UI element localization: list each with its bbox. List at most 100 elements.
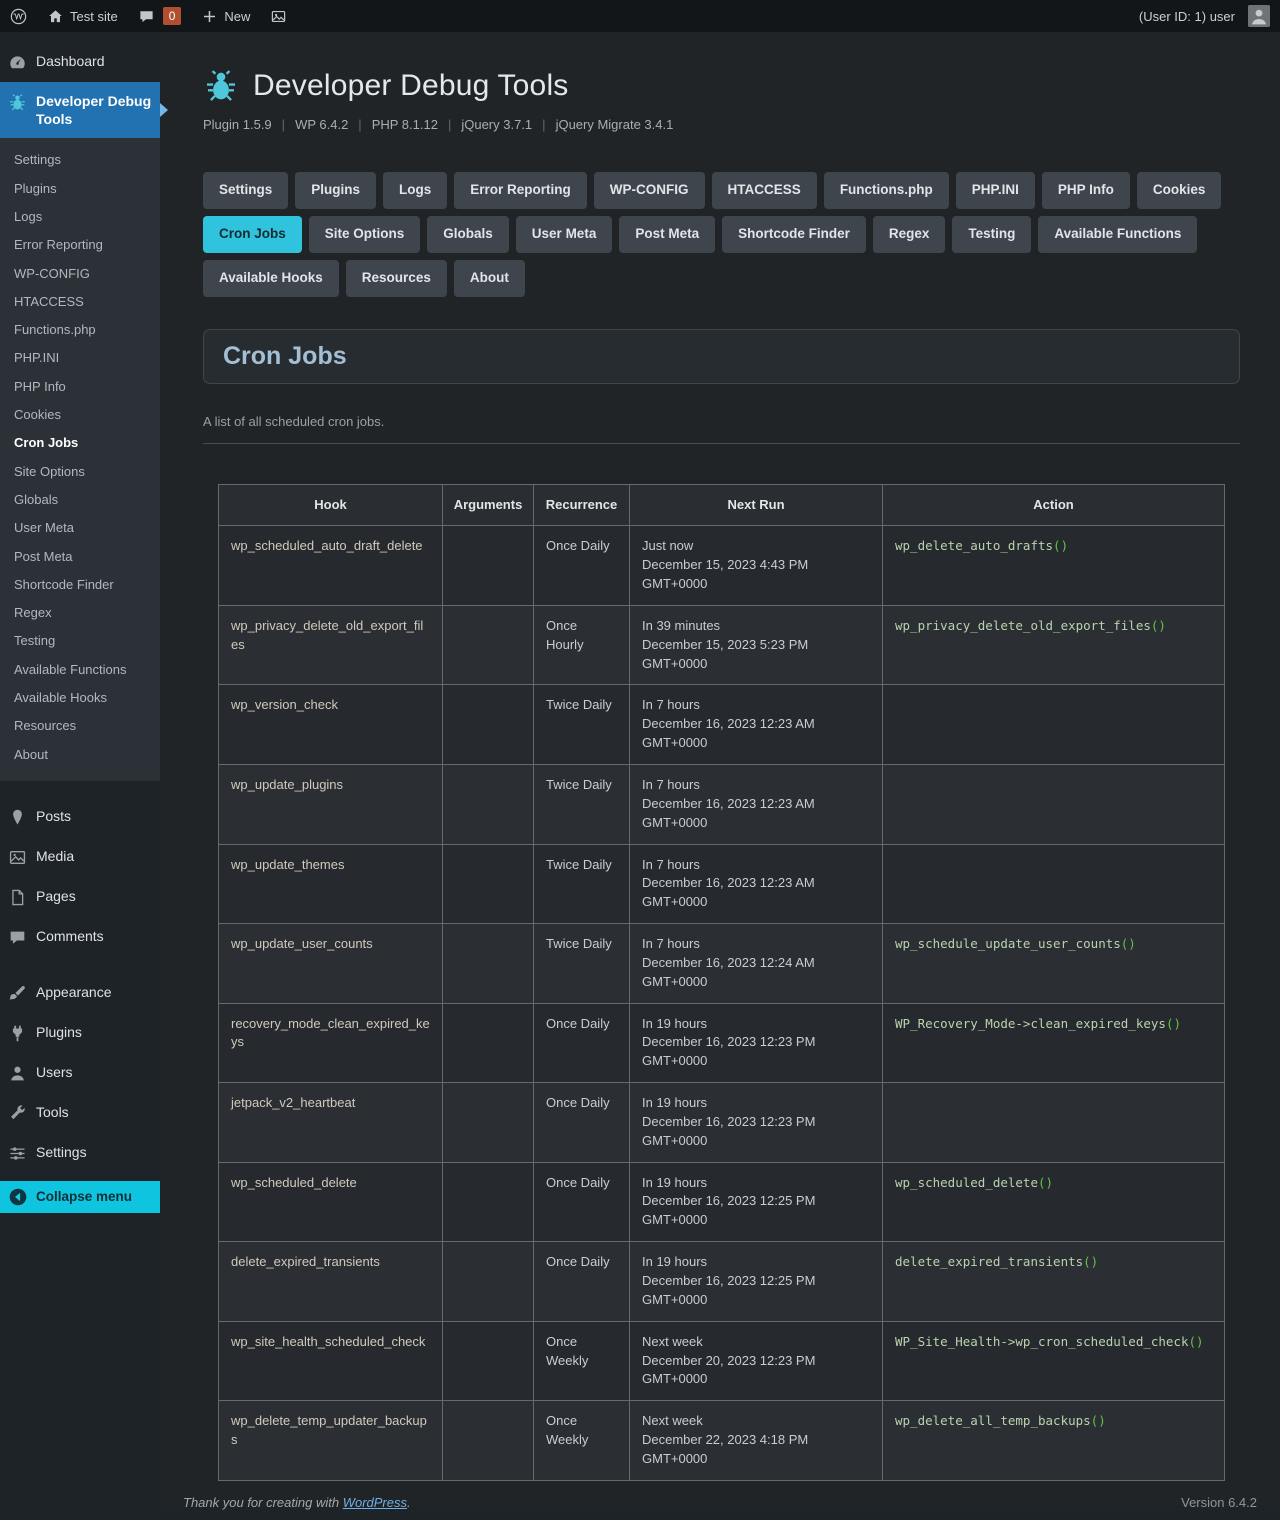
tab-globals[interactable]: Globals [427,216,509,253]
debug-tools-tabs: SettingsPluginsLogsError ReportingWP-CON… [203,172,1240,297]
tab-site-options[interactable]: Site Options [309,216,421,253]
tab-php-info[interactable]: PHP Info [1042,172,1130,209]
submenu-item-testing[interactable]: Testing [0,627,160,655]
submenu-item-about[interactable]: About [0,741,160,769]
menu-item-label: Appearance [36,983,112,1001]
site-name-link[interactable]: Test site [37,0,128,32]
sidebar-item-tools[interactable]: Tools [0,1093,160,1133]
tab-testing[interactable]: Testing [952,216,1031,253]
tab-logs[interactable]: Logs [383,172,447,209]
tab-available-functions[interactable]: Available Functions [1038,216,1197,253]
submenu-item-plugins[interactable]: Plugins [0,175,160,203]
hook-cell: wp_delete_temp_updater_backups [219,1401,443,1481]
tab-htaccess[interactable]: HTACCESS [712,172,817,209]
user-account-link[interactable]: (User ID: 1) user [1129,0,1280,32]
tab-wp-config[interactable]: WP-CONFIG [594,172,705,209]
sidebar-item-users[interactable]: Users [0,1053,160,1093]
tab-about[interactable]: About [454,260,525,297]
action-code: delete_expired_transients() [895,1254,1098,1269]
submenu-item-site-options[interactable]: Site Options [0,458,160,486]
comments-link[interactable]: 0 [128,0,192,32]
submenu-item-available-functions[interactable]: Available Functions [0,656,160,684]
submenu-item-error-reporting[interactable]: Error Reporting [0,231,160,259]
debug-bar-shortcut[interactable] [260,0,297,32]
tab-user-meta[interactable]: User Meta [516,216,613,253]
recurrence-cell: Once Daily [534,1162,630,1242]
submenu-item-functions-php[interactable]: Functions.php [0,316,160,344]
tab-settings[interactable]: Settings [203,172,288,209]
new-content-link[interactable]: New [191,0,260,32]
environment-versions: Plugin 1.5.9|WP 6.4.2|PHP 8.1.12|jQuery … [203,117,1240,132]
column-header-next-run: Next Run [630,484,883,526]
tab-available-hooks[interactable]: Available Hooks [203,260,339,297]
cron-row-wp-scheduled-auto-draft-delete: wp_scheduled_auto_draft_deleteOnce Daily… [219,526,1225,606]
arguments-cell [443,1083,534,1163]
sidebar-item-developer-debug-tools[interactable]: Developer Debug Tools [0,82,160,138]
action-cell: wp_scheduled_delete() [883,1162,1225,1242]
meta-separator: | [542,117,545,132]
tab-shortcode-finder[interactable]: Shortcode Finder [722,216,866,253]
next-run-line: December 16, 2023 12:23 PM [642,1033,870,1052]
wordpress-link[interactable]: WordPress [343,1495,407,1510]
cron-row-wp-update-plugins: wp_update_pluginsTwice DailyIn 7 hoursDe… [219,764,1225,844]
action-code: wp_scheduled_delete() [895,1175,1053,1190]
submenu-item-php-ini[interactable]: PHP.INI [0,344,160,372]
recurrence-cell: Once Daily [534,1242,630,1322]
cron-row-wp-scheduled-delete: wp_scheduled_deleteOnce DailyIn 19 hours… [219,1162,1225,1242]
sidebar-item-comments[interactable]: Comments [0,917,160,957]
submenu-item-logs[interactable]: Logs [0,203,160,231]
users-icon [8,1064,27,1083]
submenu-item-post-meta[interactable]: Post Meta [0,543,160,571]
meta-separator: | [358,117,361,132]
submenu-item-regex[interactable]: Regex [0,599,160,627]
submenu-item-user-meta[interactable]: User Meta [0,514,160,542]
tab-resources[interactable]: Resources [346,260,447,297]
submenu-item-cron-jobs[interactable]: Cron Jobs [0,429,160,457]
next-run-line: December 15, 2023 5:23 PM [642,636,870,655]
column-header-recurrence: Recurrence [534,484,630,526]
hook-cell: wp_scheduled_auto_draft_delete [219,526,443,606]
recurrence-cell: Twice Daily [534,844,630,924]
sidebar-item-plugins[interactable]: Plugins [0,1013,160,1053]
env-version: jQuery 3.7.1 [461,117,532,132]
submenu-item-wp-config[interactable]: WP-CONFIG [0,260,160,288]
tab-regex[interactable]: Regex [873,216,946,253]
admin-bar-left: Test site 0 New [0,0,297,32]
action-cell [883,844,1225,924]
next-run-line: In 19 hours [642,1094,870,1113]
collapse-menu-button[interactable]: Collapse menu [0,1181,160,1213]
arguments-cell [443,1242,534,1322]
tab-row: Available HooksResourcesAbout [203,260,1240,297]
submenu-item-php-info[interactable]: PHP Info [0,373,160,401]
sidebar-item-dashboard[interactable]: Dashboard [0,42,160,82]
sidebar-item-pages[interactable]: Pages [0,877,160,917]
sidebar-item-settings[interactable]: Settings [0,1133,160,1173]
submenu-item-available-hooks[interactable]: Available Hooks [0,684,160,712]
submenu-item-cookies[interactable]: Cookies [0,401,160,429]
tab-functions-php[interactable]: Functions.php [824,172,949,209]
submenu-item-shortcode-finder[interactable]: Shortcode Finder [0,571,160,599]
submenu-item-resources[interactable]: Resources [0,712,160,740]
wp-logo-menu[interactable] [0,0,37,32]
sidebar-item-media[interactable]: Media [0,837,160,877]
next-run-line: GMT+0000 [642,1291,870,1310]
submenu-item-htaccess[interactable]: HTACCESS [0,288,160,316]
tab-error-reporting[interactable]: Error Reporting [454,172,587,209]
submenu-item-globals[interactable]: Globals [0,486,160,514]
submenu-item-settings[interactable]: Settings [0,146,160,174]
sidebar-item-appearance[interactable]: Appearance [0,973,160,1013]
debug-tools-submenu: SettingsPluginsLogsError ReportingWP-CON… [0,138,160,781]
tab-cookies[interactable]: Cookies [1137,172,1222,209]
tab-plugins[interactable]: Plugins [295,172,376,209]
tab-php-ini[interactable]: PHP.INI [956,172,1035,209]
sidebar-content-menu: PostsMediaPagesComments [0,797,160,957]
cron-row-wp-update-themes: wp_update_themesTwice DailyIn 7 hoursDec… [219,844,1225,924]
cron-row-wp-delete-temp-updater-backups: wp_delete_temp_updater_backupsOnce Weekl… [219,1401,1225,1481]
tab-cron-jobs[interactable]: Cron Jobs [203,216,302,253]
action-cell: wp_schedule_update_user_counts() [883,924,1225,1004]
env-version: PHP 8.1.12 [372,117,438,132]
tab-post-meta[interactable]: Post Meta [619,216,715,253]
arguments-cell [443,1162,534,1242]
menu-separator [0,957,160,973]
sidebar-item-posts[interactable]: Posts [0,797,160,837]
